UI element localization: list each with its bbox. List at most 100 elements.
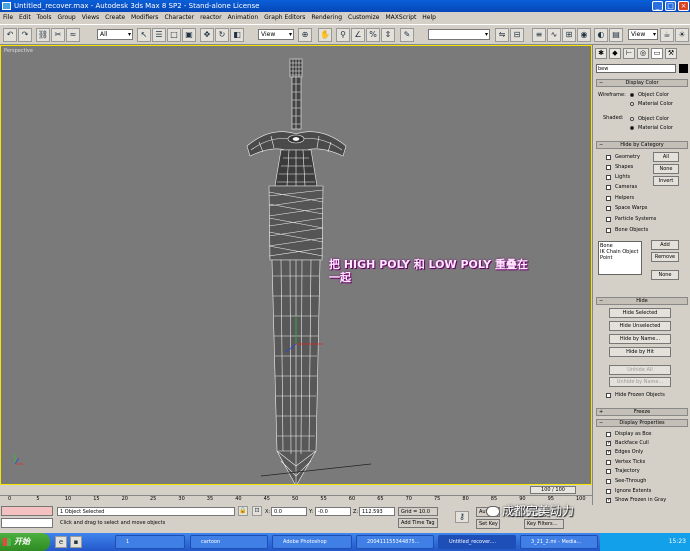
mirror-icon[interactable]: ⇋	[495, 28, 509, 42]
object-name-field[interactable]: bew	[596, 64, 676, 73]
redo-icon[interactable]: ↷	[18, 28, 32, 42]
geometry-checkbox[interactable]	[606, 155, 611, 160]
hide-by-hit-button[interactable]: Hide by Hit	[609, 347, 671, 357]
lights-checkbox[interactable]	[606, 175, 611, 180]
task-cartoon[interactable]: cartoon	[190, 535, 268, 549]
menu-views[interactable]: Views	[82, 12, 99, 24]
window-crossing-icon[interactable]: ▣	[182, 28, 196, 42]
hierarchy-icon[interactable]: ⊢	[623, 48, 635, 59]
trajectory-checkbox[interactable]	[606, 469, 611, 474]
wireframe-material-color-radio[interactable]	[630, 102, 634, 106]
task-photoshop[interactable]: Adobe Photoshop	[272, 535, 352, 549]
named-selection-icon[interactable]: ✎	[400, 28, 414, 42]
spinner-snap-icon[interactable]: ⇕	[381, 28, 395, 42]
start-button[interactable]: 开始	[0, 533, 50, 551]
menu-maxscript[interactable]: MAXScript	[386, 12, 417, 24]
all-button[interactable]: All	[653, 152, 679, 162]
maxscript-mini-listener[interactable]	[1, 518, 53, 528]
minimize-button[interactable]: _	[652, 1, 663, 11]
hide-unselected-button[interactable]: Hide Unselected	[609, 321, 671, 331]
helpers-checkbox[interactable]	[606, 196, 611, 201]
shaded-material-color-radio[interactable]	[630, 126, 634, 130]
menu-graph-editors[interactable]: Graph Editors	[264, 12, 305, 24]
quick-launch-desktop-icon[interactable]: ▪	[70, 536, 82, 548]
absolute-mode-icon[interactable]: ⊡	[252, 506, 262, 516]
see-through-checkbox[interactable]	[606, 479, 611, 484]
unlink-icon[interactable]: ✂	[51, 28, 65, 42]
hide-selected-button[interactable]: Hide Selected	[609, 308, 671, 318]
unhide-all-button[interactable]: Unhide All	[609, 365, 671, 375]
undo-icon[interactable]: ↶	[3, 28, 17, 42]
select-move-icon[interactable]: ✥	[200, 28, 214, 42]
particle-systems-checkbox[interactable]	[606, 217, 611, 222]
invert-button[interactable]: Invert	[653, 176, 679, 186]
rollout-hide-by-category[interactable]: − Hide by Category	[596, 141, 688, 149]
reference-coordinate-dropdown[interactable]: View	[258, 29, 294, 40]
add-time-tag-button[interactable]: Add Time Tag	[398, 518, 438, 528]
task-folder-1[interactable]: 1	[115, 535, 185, 549]
maximize-button[interactable]: □	[665, 1, 676, 11]
bone-objects-checkbox[interactable]	[606, 228, 611, 233]
rectangle-select-icon[interactable]: □	[167, 28, 181, 42]
lock-selection-icon[interactable]: 🔒	[238, 506, 248, 516]
rollout-freeze[interactable]: + Freeze	[596, 408, 688, 416]
menu-animation[interactable]: Animation	[228, 12, 259, 24]
cameras-checkbox[interactable]	[606, 185, 611, 190]
backface-cull-checkbox[interactable]: ✓	[606, 441, 611, 446]
material-editor-icon[interactable]: ◉	[577, 28, 591, 42]
select-rotate-icon[interactable]: ↻	[215, 28, 229, 42]
render-view-dropdown[interactable]: View	[628, 29, 658, 40]
selection-filter-dropdown[interactable]: All	[97, 29, 133, 40]
display-as-box-checkbox[interactable]	[606, 432, 611, 437]
category-list[interactable]: Bone IK Chain Object Point	[598, 241, 642, 275]
task-image[interactable]: 200411155344875...	[356, 535, 434, 549]
edges-only-checkbox[interactable]: ✓	[606, 450, 611, 455]
object-color-swatch[interactable]	[679, 64, 688, 73]
percent-snap-icon[interactable]: %	[366, 28, 380, 42]
shapes-checkbox[interactable]	[606, 165, 611, 170]
key-icon[interactable]: ⚷	[455, 511, 469, 523]
menu-tools[interactable]: Tools	[37, 12, 52, 24]
maxscript-listener[interactable]	[1, 506, 53, 516]
create-icon[interactable]: ✱	[595, 48, 607, 59]
schematic-view-icon[interactable]: ⊞	[562, 28, 576, 42]
utilities-icon[interactable]: ⚒	[665, 48, 677, 59]
task-media[interactable]: 3_21_2.mi - Media...	[520, 535, 598, 549]
select-object-icon[interactable]: ↖	[137, 28, 151, 42]
select-scale-icon[interactable]: ◧	[230, 28, 244, 42]
bind-spacewarp-icon[interactable]: ≈	[66, 28, 80, 42]
menu-rendering[interactable]: Rendering	[311, 12, 342, 24]
angle-snap-icon[interactable]: ∠	[351, 28, 365, 42]
menu-create[interactable]: Create	[105, 12, 125, 24]
snap-toggle-icon[interactable]: ⚲	[336, 28, 350, 42]
add-button[interactable]: Add	[651, 240, 679, 250]
rollout-display-color[interactable]: − Display Color	[596, 79, 688, 87]
menu-help[interactable]: Help	[422, 12, 436, 24]
render-setup-icon[interactable]: ◐	[594, 28, 608, 42]
hide-frozen-checkbox[interactable]	[606, 393, 611, 398]
quick-render-icon[interactable]: ☕	[660, 28, 674, 42]
menu-modifiers[interactable]: Modifiers	[131, 12, 158, 24]
select-manipulate-icon[interactable]: ✋	[318, 28, 332, 42]
key-filters-button[interactable]: Key Filters...	[524, 519, 564, 529]
wireframe-object-color-radio[interactable]	[630, 93, 634, 97]
perspective-viewport[interactable]: Perspective 把 HIGH POLY 和 LOW POLY 重叠在 一…	[0, 45, 592, 485]
motion-icon[interactable]: ◎	[637, 48, 649, 59]
vertex-ticks-checkbox[interactable]	[606, 460, 611, 465]
select-by-name-icon[interactable]: ☰	[152, 28, 166, 42]
quick-launch-ie-icon[interactable]: e	[55, 536, 67, 548]
rollout-display-properties[interactable]: − Display Properties	[596, 419, 688, 427]
time-slider[interactable]: 100 / 100	[530, 486, 576, 494]
y-coordinate-field[interactable]: -0.0	[315, 507, 351, 516]
align-icon[interactable]: ⊟	[510, 28, 524, 42]
unhide-by-name-button[interactable]: Unhide by Name...	[609, 377, 671, 387]
z-coordinate-field[interactable]: 112.593	[359, 507, 395, 516]
pivot-center-icon[interactable]: ⊕	[298, 28, 312, 42]
list-item[interactable]: Point	[600, 255, 640, 261]
layer-manager-icon[interactable]: ≡	[532, 28, 546, 42]
curve-editor-icon[interactable]: ∿	[547, 28, 561, 42]
list-none-button[interactable]: None	[651, 270, 679, 280]
set-key-button[interactable]: Set Key	[476, 519, 500, 529]
menu-customize[interactable]: Customize	[348, 12, 380, 24]
menu-reactor[interactable]: reactor	[200, 12, 222, 24]
